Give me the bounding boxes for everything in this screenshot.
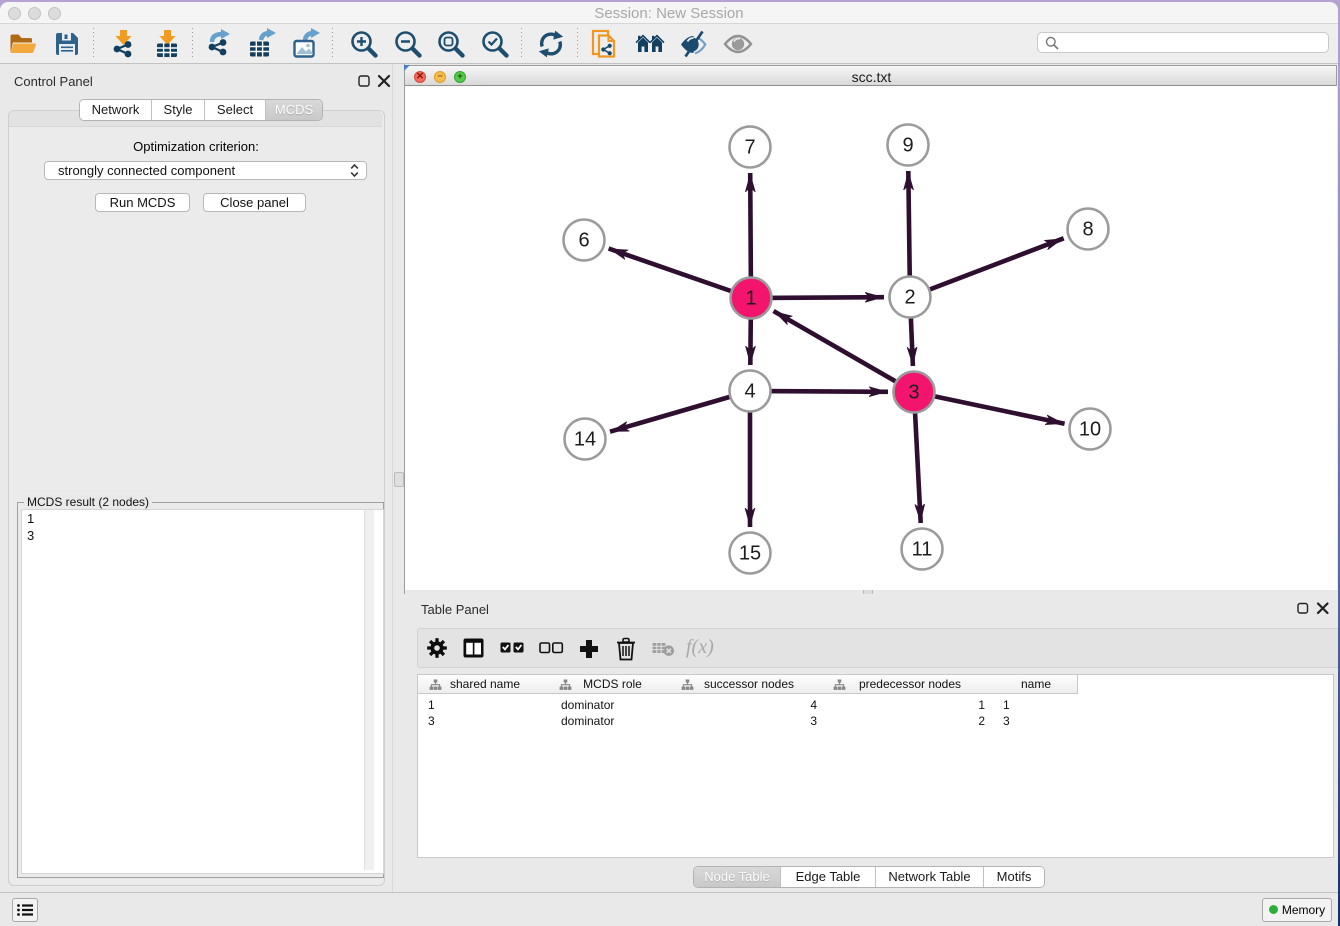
svg-text:3: 3 bbox=[908, 382, 919, 404]
svg-text:1: 1 bbox=[745, 288, 756, 310]
svg-text:7: 7 bbox=[744, 137, 755, 159]
svg-text:8: 8 bbox=[1082, 219, 1093, 241]
svg-text:11: 11 bbox=[912, 539, 933, 561]
svg-text:10: 10 bbox=[1079, 419, 1101, 441]
svg-text:2: 2 bbox=[904, 287, 915, 309]
svg-text:4: 4 bbox=[744, 381, 755, 403]
svg-text:6: 6 bbox=[578, 230, 589, 252]
svg-text:9: 9 bbox=[902, 135, 913, 157]
svg-text:15: 15 bbox=[739, 543, 761, 565]
svg-text:14: 14 bbox=[574, 429, 596, 451]
